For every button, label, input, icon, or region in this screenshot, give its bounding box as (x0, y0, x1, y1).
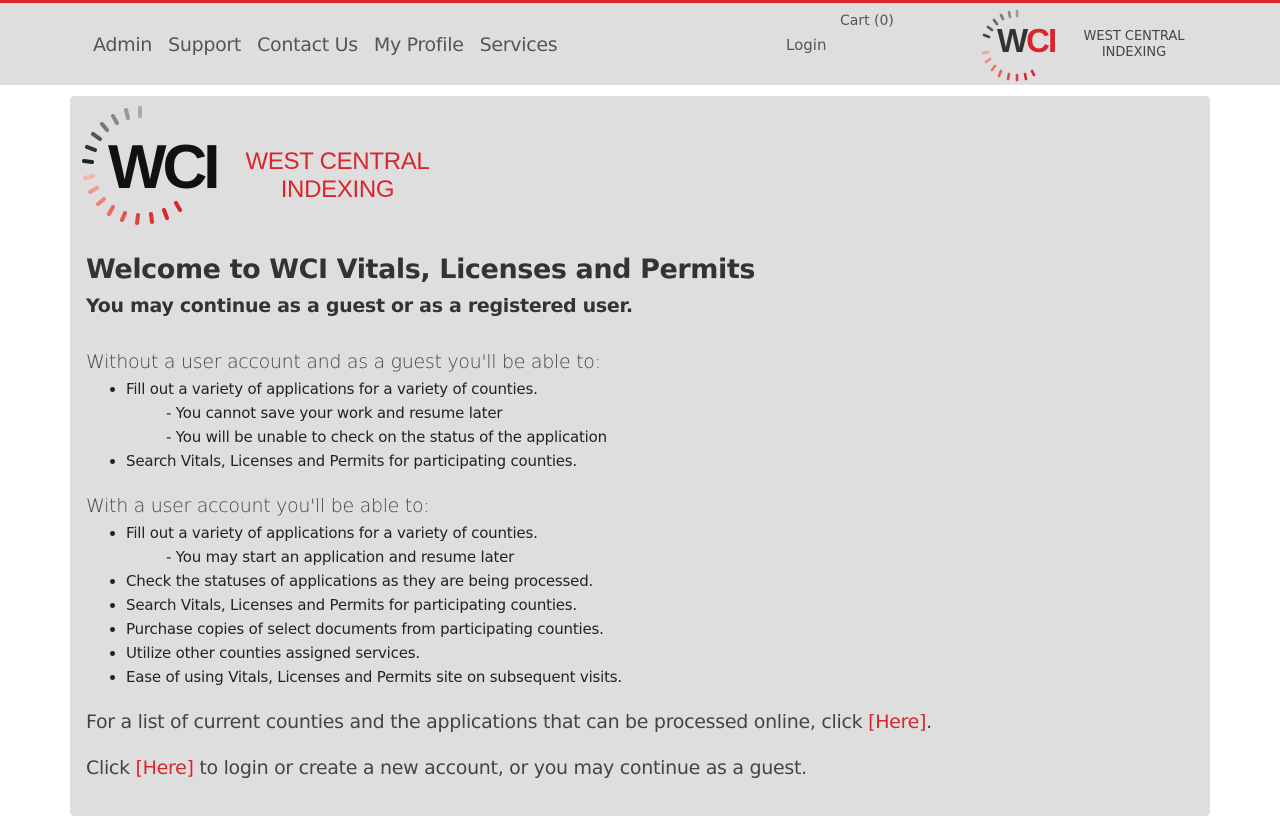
welcome-content: Welcome to WCI Vitals, Licenses and Perm… (86, 254, 1186, 779)
page-title: Welcome to WCI Vitals, Licenses and Perm… (86, 254, 756, 285)
login-link[interactable]: Login (786, 36, 826, 54)
top-navigation-bar: Admin Support Contact Us My Profile Serv… (0, 0, 1280, 85)
list-item: Utilize other counties assigned services… (126, 641, 1186, 665)
list-item-note: - You will be unable to check on the sta… (166, 428, 607, 446)
main-nav: Admin Support Contact Us My Profile Serv… (93, 34, 558, 56)
login-here-link[interactable]: [Here] (136, 757, 194, 779)
cart-link[interactable]: Cart (0) (840, 13, 894, 29)
list-item: Search Vitals, Licenses and Permits for … (126, 593, 1186, 617)
nav-services[interactable]: Services (480, 34, 558, 56)
user-features-list: Fill out a variety of applications for a… (86, 521, 1186, 689)
list-item: Fill out a variety of applications for a… (126, 377, 1186, 449)
list-item-note: - You may start an application and resum… (166, 548, 515, 566)
page-subtitle: You may continue as a guest or as a regi… (86, 295, 633, 317)
login-paragraph: Click [Here] to login or create a new ac… (86, 757, 807, 779)
logo-subtitle: WEST CENTRAL INDEXING (1083, 29, 1185, 60)
logo-wordmark: WCI (108, 133, 221, 202)
list-item: Fill out a variety of applications for a… (126, 521, 1186, 569)
nav-admin[interactable]: Admin (93, 34, 152, 56)
list-item: Ease of using Vitals, Licenses and Permi… (126, 665, 1186, 689)
counties-paragraph: For a list of current counties and the a… (86, 711, 932, 733)
user-heading: With a user account you'll be able to: (86, 495, 430, 517)
main-panel: WCI WEST CENTRAL INDEXING Welcome to WCI… (70, 96, 1210, 816)
list-item-note: - You cannot save your work and resume l… (166, 404, 503, 422)
counties-here-link[interactable]: [Here] (868, 711, 926, 733)
logo-subtitle: WEST CENTRAL INDEXING (245, 148, 430, 203)
list-item: Check the statuses of applications as th… (126, 569, 1186, 593)
guest-features-list: Fill out a variety of applications for a… (86, 377, 1186, 473)
main-logo: WCI WEST CENTRAL INDEXING (80, 106, 440, 231)
logo-wordmark: WCI (997, 22, 1057, 59)
nav-my-profile[interactable]: My Profile (374, 34, 464, 56)
nav-contact-us[interactable]: Contact Us (257, 34, 358, 56)
nav-support[interactable]: Support (168, 34, 241, 56)
header-logo[interactable]: WCI WEST CENTRAL INDEXING (980, 10, 1190, 82)
list-item: Purchase copies of select documents from… (126, 617, 1186, 641)
list-item: Search Vitals, Licenses and Permits for … (126, 449, 1186, 473)
guest-heading: Without a user account and as a guest yo… (86, 351, 601, 373)
